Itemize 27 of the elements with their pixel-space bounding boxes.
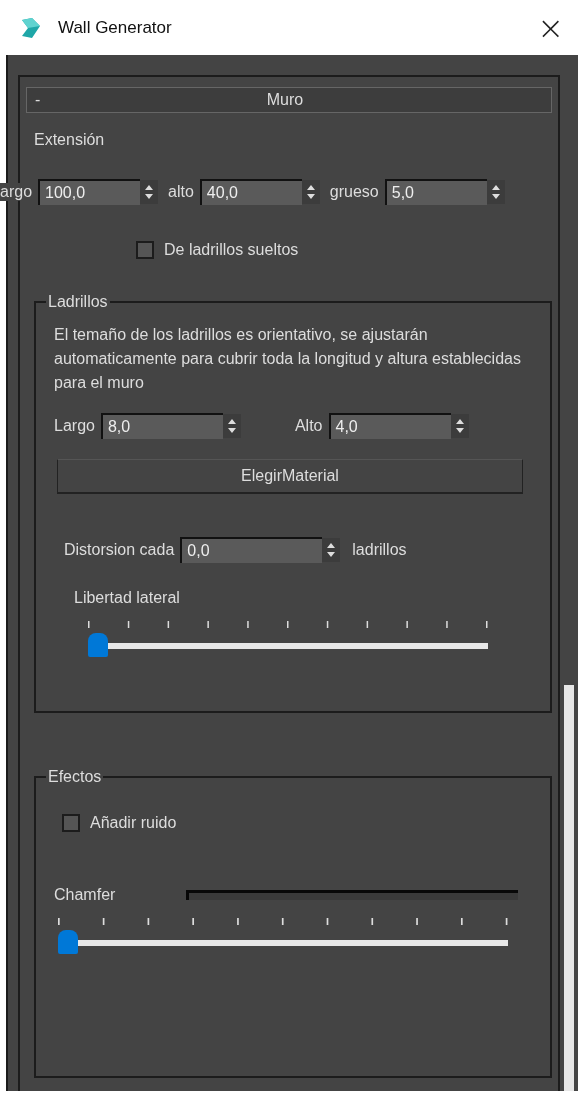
window-title: Wall Generator	[58, 17, 173, 38]
group-title: Efectos	[47, 768, 103, 786]
group-title: Ladrillos	[47, 293, 109, 311]
checkbox-label: De ladrillos sueltos	[164, 241, 299, 259]
close-button[interactable]: ×	[523, 11, 578, 44]
field-label: argo	[0, 183, 33, 201]
slider-label: Libertad lateral	[74, 589, 181, 607]
field-label: Alto	[294, 417, 323, 435]
app-icon	[20, 16, 42, 39]
checkbox[interactable]	[62, 814, 80, 832]
scrollbar-thumb[interactable]	[564, 685, 574, 1091]
unit-label: ladrillos	[352, 541, 407, 559]
checkbox-label: Añadir ruido	[90, 814, 177, 832]
slider-label: Chamfer	[54, 886, 117, 904]
choose-material-button[interactable]: ElegirMaterial	[57, 459, 523, 493]
section-label: Extensión	[34, 131, 106, 149]
spinner-arrows-icon[interactable]	[322, 538, 341, 562]
slider-thumb[interactable]	[88, 633, 108, 657]
collapse-symbol: -	[35, 91, 42, 109]
info-text: El temaño de los ladrillos es orientativo, se ajustarán automaticamente para cubrir toda la longitud y altura establecidas para el muro	[54, 325, 522, 393]
checkbox[interactable]	[136, 241, 154, 259]
spinner-arrows-icon[interactable]	[140, 180, 159, 204]
rollout-header[interactable]: - Muro	[26, 87, 552, 113]
field-label: Distorsion cada	[64, 541, 175, 559]
slider-thumb[interactable]	[58, 930, 78, 954]
field-label: Largo	[54, 417, 95, 435]
rollout-title: Muro	[265, 91, 305, 109]
